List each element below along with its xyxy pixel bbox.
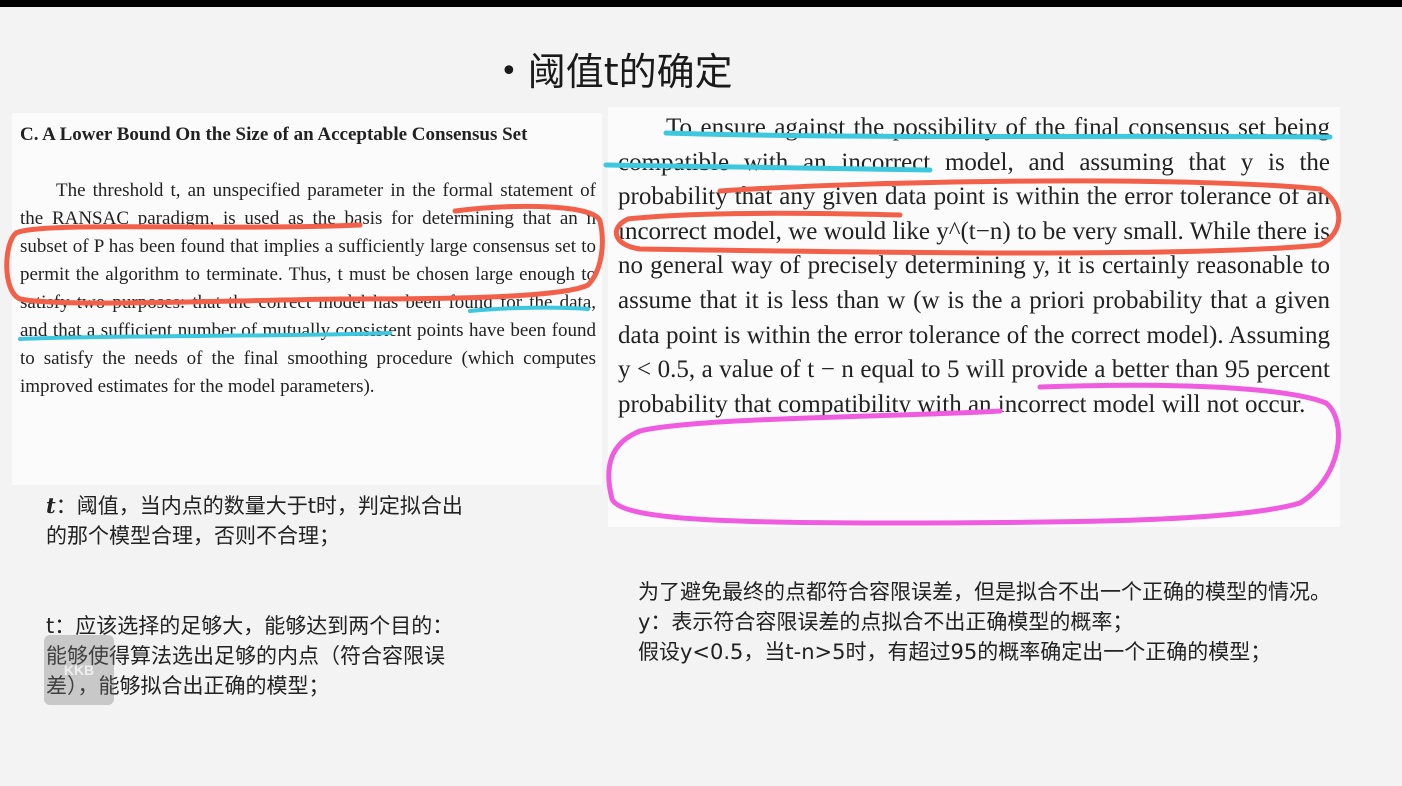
note-right-line2: y：表示符合容限误差的点拟合不出正确模型的概率； <box>638 610 1134 634</box>
section-heading: C. A Lower Bound On the Size of an Accep… <box>20 124 528 145</box>
title-bullet: • <box>500 54 518 89</box>
presentation-slide: • 阈值t的确定 C. A Lower Bound On the Size of … <box>0 7 1402 786</box>
paper-excerpt-right: To ensure against the possibility of the… <box>608 107 1340 527</box>
paper-right-body: To ensure against the possibility of the… <box>618 114 1330 418</box>
watermark-text: KKB <box>63 662 95 678</box>
note-right-explanation: 为了避免最终的点都符合容限误差，但是拟合不出一个正确的模型的情况。 y：表示符合… <box>638 577 1358 667</box>
note-right-line1: 为了避免最终的点都符合容限误差，但是拟合不出一个正确的模型的情况。 <box>638 580 1331 604</box>
watermark-logo: KKB <box>44 635 114 705</box>
slide-title-text: 阈值t的确定 <box>527 50 733 94</box>
paper-excerpt-left: C. A Lower Bound On the Size of an Accep… <box>12 113 602 485</box>
note-t-label: t <box>46 493 56 518</box>
paper-left-body: The threshold t, an unspecified paramete… <box>20 180 596 397</box>
note-threshold-definition: t：阈值，当内点的数量大于t时，判定拟合出的那个模型合理，否则不合理； <box>46 491 466 551</box>
slide-title: • 阈值t的确定 <box>500 41 733 96</box>
note-left-line1: ：阈值，当内点的数量大于t时，判定拟合出的那个模型合理，否则不合理； <box>46 494 463 548</box>
note-right-line3: 假设y<0.5，当t-n>5时，有超过95的概率确定出一个正确的模型； <box>638 640 1272 664</box>
